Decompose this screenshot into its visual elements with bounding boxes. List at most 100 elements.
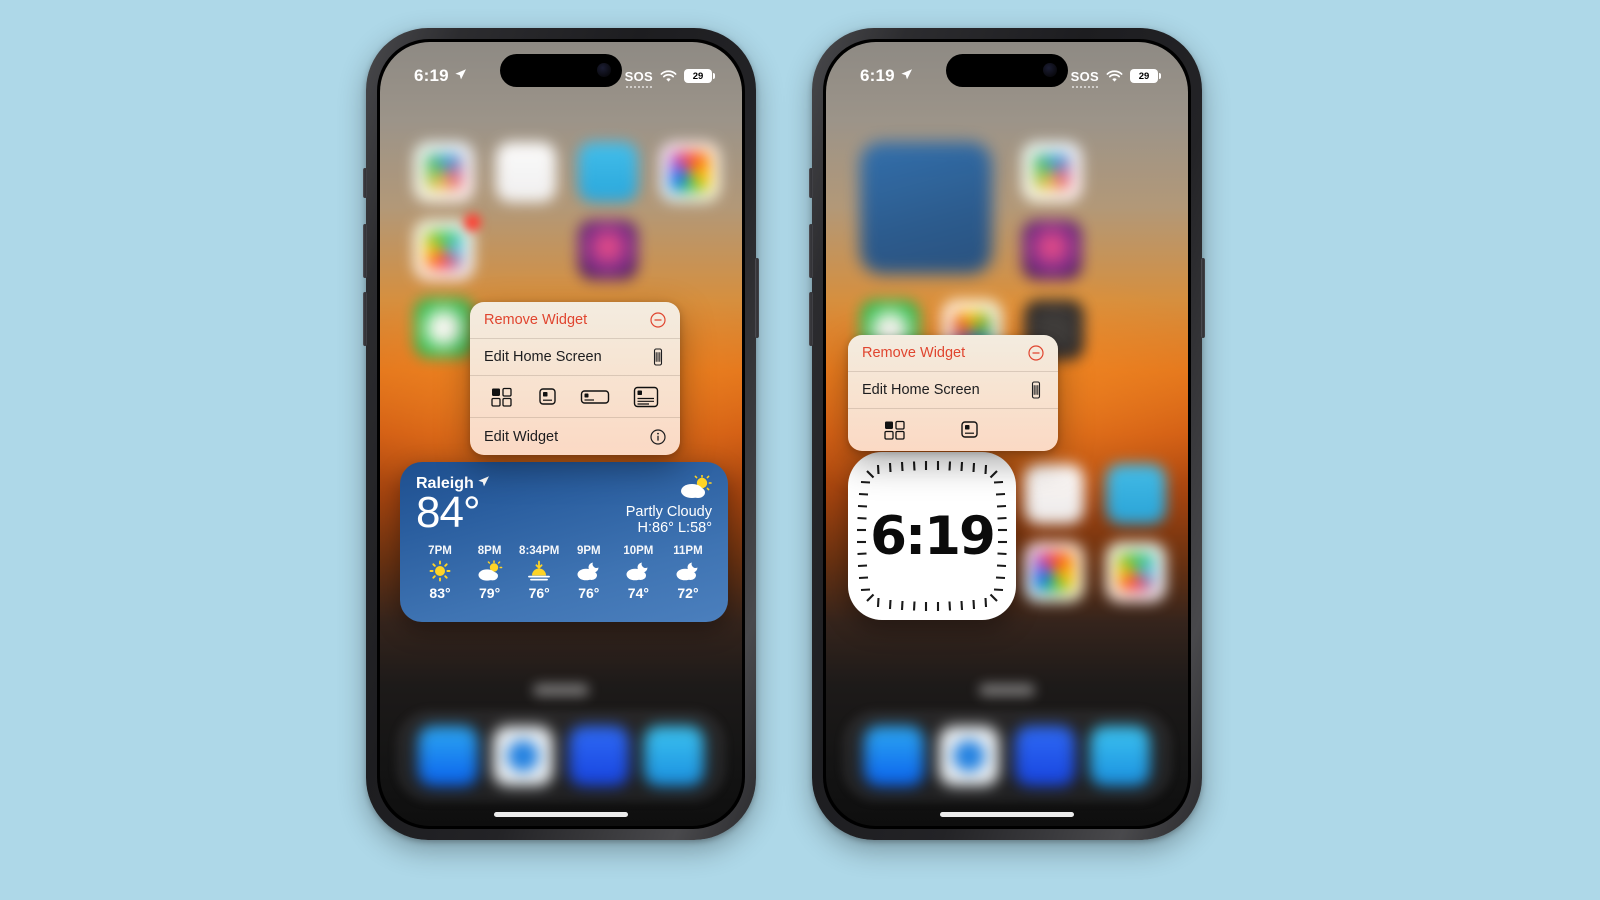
widget-size-medium-rectangle-icon[interactable] <box>580 387 610 407</box>
hourly-time: 7PM <box>428 545 452 557</box>
widget-size-large-rectangle-icon[interactable] <box>633 386 659 408</box>
iphone-device-left: Remove Widget Edit Home Screen Edit Widg… <box>363 28 759 840</box>
edit-home-screen-label: Edit Home Screen <box>484 349 602 365</box>
info-circle-icon <box>650 428 666 445</box>
hourly-time: 9PM <box>576 545 601 557</box>
app-icon[interactable] <box>660 142 720 202</box>
screen-left: Remove Widget Edit Home Screen Edit Widg… <box>380 42 742 826</box>
status-time-group: 6:19 <box>414 66 467 86</box>
volume-down-button-right-phone[interactable] <box>809 292 813 346</box>
wifi-icon <box>660 69 677 83</box>
menu-item-edit-home-screen[interactable]: Edit Home Screen <box>848 372 1058 409</box>
wifi-icon <box>1106 69 1123 83</box>
menu-item-edit-widget[interactable]: Edit Widget <box>470 418 680 455</box>
widget-size-small-grid-icon[interactable] <box>491 387 513 407</box>
widget-size-small-square-icon[interactable] <box>536 387 558 407</box>
app-icon[interactable] <box>578 142 638 202</box>
hourly-temp: 79° <box>479 585 501 601</box>
location-arrow-icon <box>900 66 913 86</box>
app-icon[interactable] <box>1106 464 1166 524</box>
widget-context-menu-right[interactable]: Remove Widget Edit Home Screen <box>848 335 1058 451</box>
home-indicator-left[interactable] <box>494 812 628 817</box>
hourly-item: 8PM 79° <box>466 545 514 601</box>
app-icon[interactable] <box>496 142 556 202</box>
page-indicator-right[interactable] <box>979 684 1035 696</box>
app-icon[interactable] <box>1024 464 1084 524</box>
hourly-item: 11PM 72° <box>664 545 712 601</box>
widget-context-menu-left[interactable]: Remove Widget Edit Home Screen Edit Widg… <box>470 302 680 455</box>
status-time: 6:19 <box>414 66 449 85</box>
battery-percent: 29 <box>692 70 704 82</box>
power-button-left-phone[interactable] <box>755 258 759 338</box>
moon-behind-cloud-icon <box>576 560 602 582</box>
menu-item-edit-home-screen[interactable]: Edit Home Screen <box>470 339 680 376</box>
iphone-jiggle-icon <box>1028 381 1044 399</box>
hourly-temp: 72° <box>677 585 699 601</box>
weather-temperature: 84° <box>416 488 481 537</box>
action-button-left-phone[interactable] <box>363 168 367 198</box>
status-indicators-left: SOS 29 <box>625 69 715 88</box>
app-icon[interactable] <box>1024 542 1084 602</box>
screenshot-canvas: Remove Widget Edit Home Screen Edit Widg… <box>0 0 1600 900</box>
home-indicator-right[interactable] <box>940 812 1074 817</box>
hourly-temp: 76° <box>528 585 550 601</box>
dock-app-icon[interactable] <box>939 726 1000 786</box>
battery-indicator: 29 <box>684 69 715 83</box>
widget-size-small-square-icon[interactable] <box>958 420 980 440</box>
weather-condition-block: Partly Cloudy H:86° L:58° <box>625 474 712 536</box>
dock-right <box>842 710 1172 802</box>
edit-home-screen-label: Edit Home Screen <box>862 382 980 398</box>
menu-item-remove-widget[interactable]: Remove Widget <box>470 302 680 339</box>
power-button-right-phone[interactable] <box>1201 258 1205 338</box>
weather-condition-label: Partly Cloudy <box>625 504 712 520</box>
moon-behind-cloud-icon <box>625 560 651 582</box>
weather-widget-blurred[interactable] <box>860 142 992 274</box>
volume-up-button-right-phone[interactable] <box>809 224 813 278</box>
weather-widget-header: Raleigh 84° Partly Cloudy H:86° L:58° <box>416 474 712 537</box>
sun-behind-cloud-icon <box>626 474 712 499</box>
app-icon[interactable] <box>414 220 474 280</box>
device-bezel-right: Remove Widget Edit Home Screen 6:19 6:19… <box>823 39 1191 829</box>
dynamic-island-left[interactable] <box>500 54 622 87</box>
volume-up-button-left-phone[interactable] <box>363 224 367 278</box>
app-icon[interactable] <box>1022 220 1082 280</box>
hourly-time: 11PM <box>673 545 703 557</box>
dock-app-icon[interactable] <box>644 726 705 786</box>
clock-tick-marks <box>857 461 1007 611</box>
hourly-item: 10PM 74° <box>614 545 662 601</box>
app-icon[interactable] <box>414 298 474 358</box>
page-indicator-left[interactable] <box>533 684 589 696</box>
weather-hourly-forecast: 7PM 83° 8PM 79° 8:34PM 76° 9PM 76° 10PM … <box>416 545 712 601</box>
app-icon[interactable] <box>1106 542 1166 602</box>
clock-widget[interactable]: 6:19 <box>848 452 1016 620</box>
hourly-time: 8:34PM <box>519 545 560 557</box>
device-bezel-left: Remove Widget Edit Home Screen Edit Widg… <box>377 39 745 829</box>
menu-item-remove-widget[interactable]: Remove Widget <box>848 335 1058 372</box>
battery-percent: 29 <box>1138 70 1150 82</box>
dock-app-icon[interactable] <box>568 726 629 786</box>
dock-app-icon[interactable] <box>417 726 478 786</box>
front-camera-icon <box>1043 63 1057 77</box>
weather-widget[interactable]: Raleigh 84° Partly Cloudy H:86° L:58° 7P… <box>400 462 728 622</box>
dock-app-icon[interactable] <box>493 726 554 786</box>
widget-size-selector-left[interactable] <box>470 376 680 418</box>
battery-indicator: 29 <box>1130 69 1161 83</box>
iphone-device-right: Remove Widget Edit Home Screen 6:19 6:19… <box>809 28 1205 840</box>
remove-widget-label: Remove Widget <box>862 345 966 361</box>
front-camera-icon <box>597 63 611 77</box>
hourly-item: 8:34PM 76° <box>515 545 563 601</box>
app-icon[interactable] <box>578 220 638 280</box>
widget-size-selector-right[interactable] <box>848 409 1058 451</box>
widget-size-small-grid-icon[interactable] <box>884 420 906 440</box>
volume-down-button-left-phone[interactable] <box>363 292 367 346</box>
hourly-temp: 74° <box>627 585 649 601</box>
dock-app-icon[interactable] <box>1090 726 1151 786</box>
dock-left <box>396 710 726 802</box>
dynamic-island-right[interactable] <box>946 54 1068 87</box>
dock-app-icon[interactable] <box>1014 726 1075 786</box>
dock-app-icon[interactable] <box>863 726 924 786</box>
app-icon[interactable] <box>1022 142 1082 202</box>
sun-behind-cloud-icon <box>477 560 503 582</box>
app-icon[interactable] <box>414 142 474 202</box>
action-button-right-phone[interactable] <box>809 168 813 198</box>
